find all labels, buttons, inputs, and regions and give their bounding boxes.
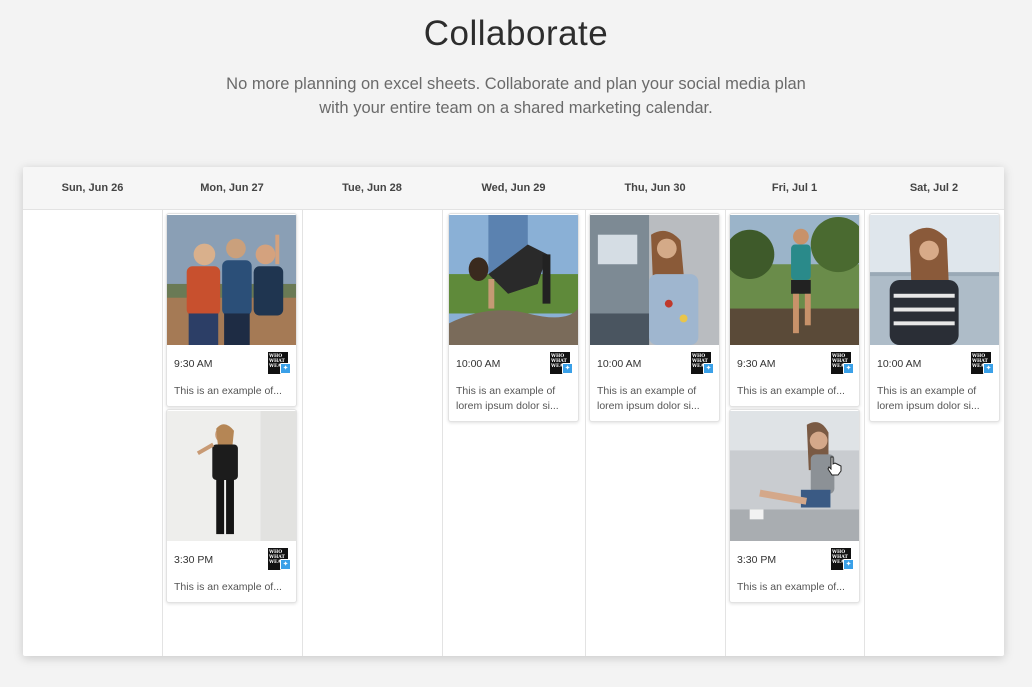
post-image-denim-jacket — [590, 215, 719, 345]
post-image-yoga — [449, 215, 578, 345]
subtitle-line-2: with your entire team on a shared market… — [319, 99, 713, 117]
post-caption-line-2: lorem ipsum dolor si... — [597, 400, 700, 412]
post-image-woman-sitting — [730, 411, 859, 541]
page-subtitle: No more planning on excel sheets. Collab… — [176, 72, 856, 120]
post-time: 10:00 AM — [877, 358, 922, 370]
post-time: 9:30 AM — [174, 358, 213, 370]
post-card[interactable]: 10:00 AM WHO WHAT WEAR ✦ This is an exam… — [448, 213, 579, 422]
post-caption-line-1: This is an example of — [456, 385, 556, 397]
day-header-wed: Wed, Jun 29 — [481, 182, 546, 194]
post-time: 3:30 PM — [174, 554, 214, 566]
post-time: 3:30 PM — [737, 554, 777, 566]
twitter-icon: ✦ — [280, 363, 291, 374]
day-column-sun[interactable] — [23, 210, 162, 656]
post-image-runner — [730, 215, 859, 345]
post-caption: This is an example of... — [737, 385, 845, 397]
day-header-tue: Tue, Jun 28 — [342, 182, 402, 194]
calendar-header: Sun, Jun 26 Mon, Jun 27 Tue, Jun 28 Wed,… — [23, 167, 1004, 210]
post-image-woman-wall — [167, 411, 296, 541]
twitter-icon: ✦ — [843, 363, 854, 374]
day-header-sun: Sun, Jun 26 — [61, 182, 124, 194]
post-card[interactable]: 3:30 PM WHO WHAT WEAR ✦ This is an examp… — [166, 409, 297, 603]
post-image-friends-selfie — [167, 215, 296, 345]
post-caption-line-1: This is an example of — [877, 385, 977, 397]
day-column-tue[interactable] — [302, 210, 442, 656]
post-card[interactable]: 10:00 AM WHO WHAT WEAR ✦ This is an exam… — [869, 213, 1000, 422]
post-card[interactable]: 9:30 AM WHO WHAT WEAR ✦ This is an examp… — [729, 213, 860, 407]
post-card[interactable]: 10:00 AM WHO WHAT WEAR ✦ This is an exam… — [589, 213, 720, 422]
post-caption-line-2: lorem ipsum dolor si... — [877, 400, 980, 412]
subtitle-line-1: No more planning on excel sheets. Collab… — [226, 75, 806, 93]
post-caption-line-1: This is an example of — [597, 385, 697, 397]
post-time: 9:30 AM — [737, 358, 776, 370]
twitter-icon: ✦ — [703, 363, 714, 374]
post-card[interactable]: 9:30 AM WHO WHAT WEAR ✦ This is an examp… — [166, 213, 297, 407]
post-card[interactable]: 3:30 PM WHO WHAT WEAR ✦ This is an examp… — [729, 409, 860, 603]
post-time: 10:00 AM — [597, 358, 642, 370]
twitter-icon: ✦ — [843, 559, 854, 570]
twitter-icon: ✦ — [562, 363, 573, 374]
marketing-calendar: Sun, Jun 26 Mon, Jun 27 Tue, Jun 28 Wed,… — [23, 167, 1004, 656]
twitter-icon: ✦ — [983, 363, 994, 374]
twitter-icon: ✦ — [280, 559, 291, 570]
post-image-woman-sea — [870, 215, 999, 345]
post-caption-line-2: lorem ipsum dolor si... — [456, 400, 559, 412]
day-header-thu: Thu, Jun 30 — [624, 182, 686, 194]
post-caption: This is an example of... — [174, 581, 282, 593]
hand-cursor-icon — [827, 456, 842, 476]
day-header-fri: Fri, Jul 1 — [771, 182, 818, 194]
post-caption: This is an example of... — [174, 385, 282, 397]
day-header-mon: Mon, Jun 27 — [200, 182, 264, 194]
day-header-sat: Sat, Jul 2 — [909, 182, 959, 194]
post-time: 10:00 AM — [456, 358, 501, 370]
post-caption: This is an example of... — [737, 581, 845, 593]
page-title: Collaborate — [423, 14, 609, 53]
